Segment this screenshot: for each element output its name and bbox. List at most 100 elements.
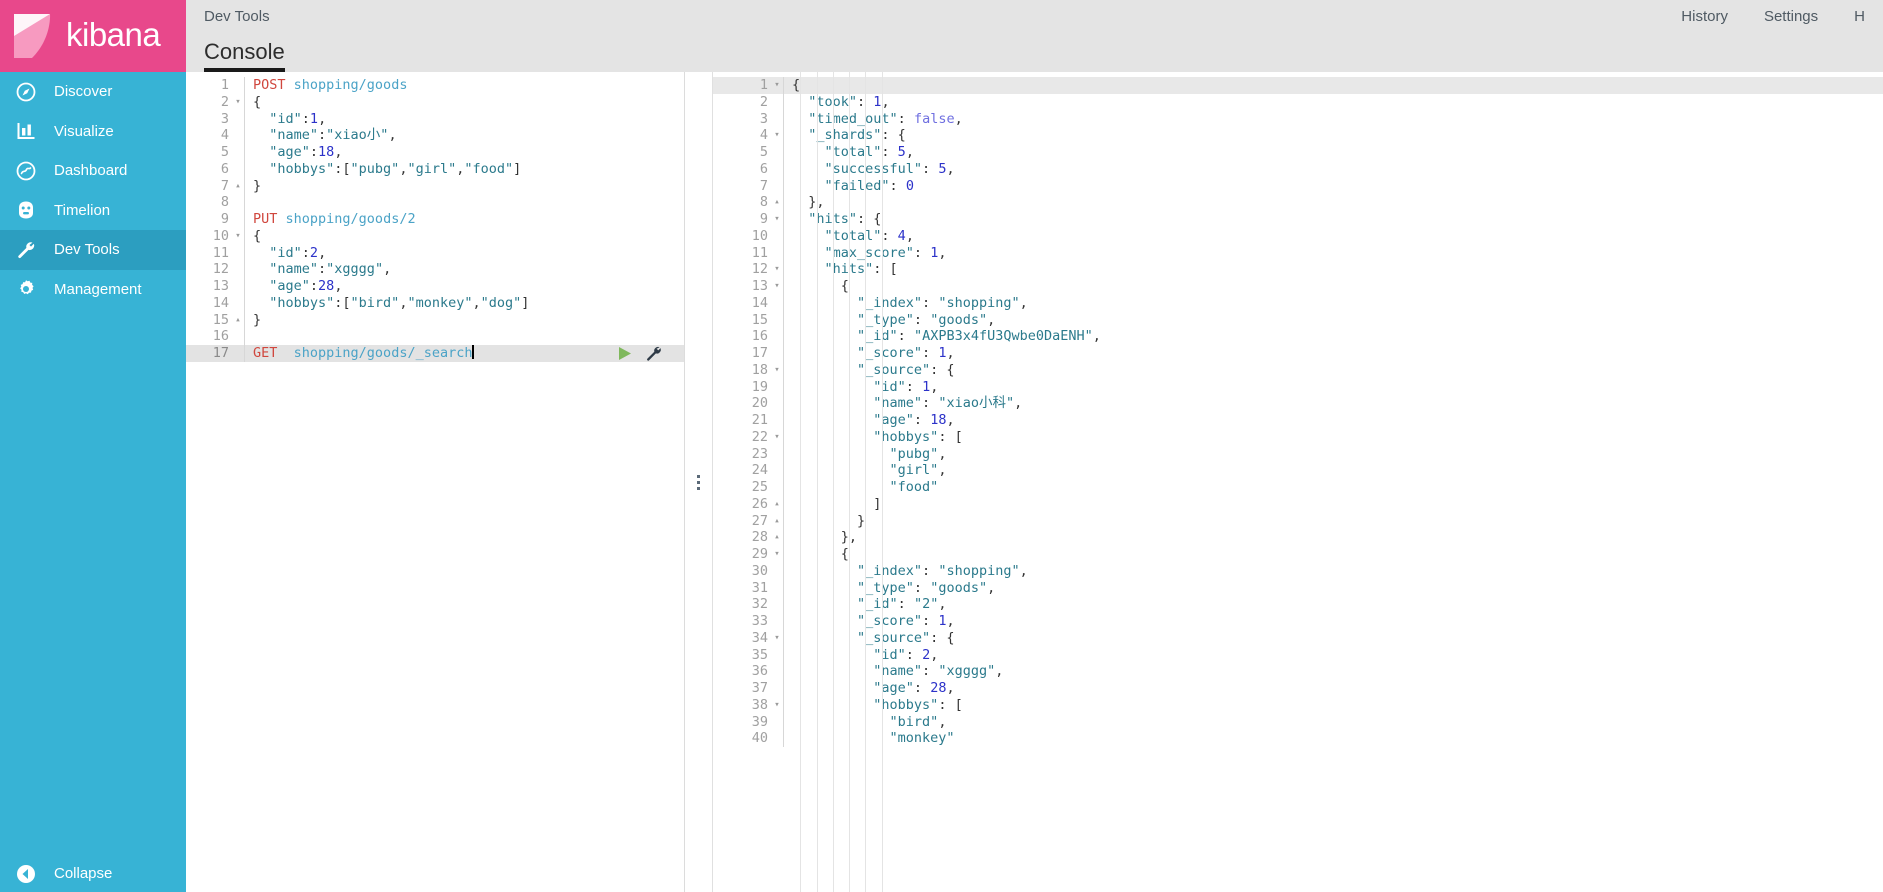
- wrench-icon[interactable]: [645, 345, 662, 362]
- play-icon[interactable]: [616, 345, 633, 362]
- response-line[interactable]: 37 "age": 28,: [713, 680, 1883, 697]
- response-line[interactable]: 11 "max_score": 1,: [713, 244, 1883, 262]
- sidebar-item-dashboard[interactable]: Dashboard: [0, 151, 186, 191]
- sidebar-item-management[interactable]: Management: [0, 270, 186, 310]
- response-line[interactable]: 10 "total": 4,: [713, 227, 1883, 245]
- editor-line[interactable]: 14 "hobbys":["bird","monkey","dog"]: [186, 294, 684, 312]
- fold-toggle-icon[interactable]: ▴: [232, 312, 244, 329]
- response-line[interactable]: 24 "girl",: [713, 462, 1883, 479]
- response-line[interactable]: 18 ▾ "_source": {: [713, 361, 1883, 379]
- tab-console[interactable]: Console: [204, 39, 285, 72]
- editor-line[interactable]: 1 POST shopping/goods: [186, 77, 684, 94]
- response-line[interactable]: 2 "took": 1,: [713, 93, 1883, 111]
- response-line[interactable]: 34 ▾ "_source": {: [713, 629, 1883, 647]
- response-line[interactable]: 28 ▴ },: [713, 529, 1883, 546]
- response-line[interactable]: 23 "pubg",: [713, 445, 1883, 463]
- response-line[interactable]: 33 "_score": 1,: [713, 613, 1883, 630]
- response-line[interactable]: 9 ▾ "hits": {: [713, 211, 1883, 228]
- fold-toggle-icon[interactable]: ▾: [771, 261, 783, 278]
- line-number: 1: [220, 77, 229, 93]
- fold-toggle-icon[interactable]: ▴: [771, 529, 783, 546]
- fold-toggle-icon[interactable]: ▾: [232, 228, 244, 245]
- fold-toggle-icon[interactable]: ▴: [771, 513, 783, 530]
- fold-toggle-icon[interactable]: ▴: [771, 194, 783, 211]
- fold-toggle-icon[interactable]: ▾: [771, 697, 783, 714]
- sidebar-item-discover[interactable]: Discover: [0, 72, 186, 112]
- response-line[interactable]: 35 "id": 2,: [713, 646, 1883, 664]
- code-line-text: ]: [792, 495, 882, 512]
- sidebar-item-visualize[interactable]: Visualize: [0, 112, 186, 152]
- editor-line[interactable]: 3 "id":1,: [186, 110, 684, 128]
- response-line[interactable]: 13 ▾ {: [713, 278, 1883, 295]
- fold-toggle-icon[interactable]: ▾: [771, 77, 783, 94]
- code-line-text: }: [253, 311, 262, 328]
- panel-resize-handle[interactable]: [685, 72, 712, 892]
- editor-line[interactable]: 12 "name":"xgggg",: [186, 261, 684, 278]
- response-line[interactable]: 19 "id": 1,: [713, 378, 1883, 396]
- editor-line[interactable]: 9 PUT shopping/goods/2: [186, 211, 684, 228]
- response-line[interactable]: 15 "_type": "goods",: [713, 311, 1883, 329]
- topbar-link-settings[interactable]: Settings: [1746, 8, 1836, 25]
- editor-line[interactable]: 4 "name":"xiao小",: [186, 127, 684, 144]
- response-line[interactable]: 32 "_id": "2",: [713, 596, 1883, 613]
- gutter-divider: [783, 160, 784, 178]
- response-line[interactable]: 29 ▾ {: [713, 546, 1883, 563]
- response-line[interactable]: 7 "failed": 0: [713, 177, 1883, 195]
- response-line[interactable]: 22 ▾ "hobbys": [: [713, 428, 1883, 446]
- fold-toggle-icon[interactable]: ▾: [771, 211, 783, 228]
- response-line[interactable]: 38 ▾ "hobbys": [: [713, 696, 1883, 714]
- response-line[interactable]: 25 "food": [713, 479, 1883, 496]
- editor-line[interactable]: 16: [186, 328, 684, 345]
- response-line[interactable]: 5 "total": 5,: [713, 144, 1883, 161]
- response-line[interactable]: 12▾ "hits": [: [713, 261, 1883, 278]
- topbar-link-history[interactable]: History: [1663, 8, 1746, 25]
- fold-toggle-icon[interactable]: ▴: [232, 178, 244, 195]
- fold-toggle-icon[interactable]: ▾: [771, 429, 783, 446]
- request-editor[interactable]: 1 POST shopping/goods 2 ▾{3 "id":1, 4 "name"…: [186, 72, 685, 892]
- editor-line[interactable]: 7 ▴}: [186, 177, 684, 195]
- response-line[interactable]: 1 ▾ {: [713, 77, 1883, 94]
- fold-toggle-icon[interactable]: ▾: [232, 94, 244, 111]
- response-line[interactable]: 40 "monkey": [713, 730, 1883, 747]
- response-line[interactable]: 3 "timed_out": false,: [713, 110, 1883, 128]
- response-line[interactable]: 20 "name": "xiao小科",: [713, 395, 1883, 412]
- editor-line[interactable]: 10 ▾ {: [186, 227, 684, 245]
- sidebar-item-timelion[interactable]: Timelion: [0, 191, 186, 231]
- fold-toggle-icon[interactable]: ▴: [771, 496, 783, 513]
- response-line[interactable]: 4 ▾ "_shards": {: [713, 127, 1883, 144]
- editor-line[interactable]: 5 "age":18,: [186, 144, 684, 161]
- fold-toggle-icon[interactable]: ▾: [771, 278, 783, 295]
- gutter-divider: [244, 294, 245, 312]
- gutter-divider: [783, 127, 784, 144]
- line-number: 30: [751, 562, 768, 579]
- editor-line[interactable]: 17 GET shopping/goods/_search: [186, 345, 684, 362]
- editor-line[interactable]: 13 "age":28,: [186, 278, 684, 295]
- editor-line[interactable]: 6 "hobbys":["pubg","girl","food"]: [186, 160, 684, 178]
- response-line[interactable]: 31 "_type": "goods",: [713, 579, 1883, 597]
- sidebar-collapse-button[interactable]: Collapse: [0, 855, 186, 892]
- response-viewer[interactable]: 1 ▾{2 "took": 1, 3 "timed_out": false, 4 ▾ "…: [712, 72, 1883, 892]
- topbar-link-h[interactable]: H: [1836, 8, 1883, 25]
- response-line[interactable]: 39 "bird",: [713, 713, 1883, 731]
- response-line[interactable]: 21 "age": 18,: [713, 412, 1883, 429]
- editor-line[interactable]: 2 ▾ {: [186, 93, 684, 111]
- response-line[interactable]: 16 "_id": "AXPB3x4fU3Qwbe0DaENH",: [713, 328, 1883, 345]
- fold-toggle-icon[interactable]: ▾: [771, 546, 783, 563]
- response-line[interactable]: 8 ▴ },: [713, 194, 1883, 211]
- editor-line[interactable]: 8: [186, 194, 684, 211]
- editor-line[interactable]: 15 ▴}: [186, 311, 684, 329]
- code-line-text: "_shards": {: [792, 127, 906, 144]
- response-line[interactable]: 30 "_index": "shopping",: [713, 562, 1883, 580]
- fold-toggle-icon[interactable]: ▾: [771, 362, 783, 379]
- sidebar-item-dev-tools[interactable]: Dev Tools: [0, 230, 186, 270]
- response-line[interactable]: 26 ▴ ]: [713, 495, 1883, 513]
- fold-toggle-icon[interactable]: ▾: [771, 630, 783, 647]
- editor-line[interactable]: 11 "id":2,: [186, 244, 684, 262]
- fold-toggle-icon[interactable]: ▾: [771, 127, 783, 144]
- response-line[interactable]: 27 ▴ }: [713, 512, 1883, 530]
- response-line[interactable]: 14 "_index": "shopping",: [713, 294, 1883, 312]
- response-line[interactable]: 36 "name": "xgggg",: [713, 663, 1883, 680]
- response-line[interactable]: 6 "successful": 5,: [713, 160, 1883, 178]
- kibana-brand[interactable]: kibana: [0, 0, 186, 72]
- response-line[interactable]: 17 "_score": 1,: [713, 345, 1883, 362]
